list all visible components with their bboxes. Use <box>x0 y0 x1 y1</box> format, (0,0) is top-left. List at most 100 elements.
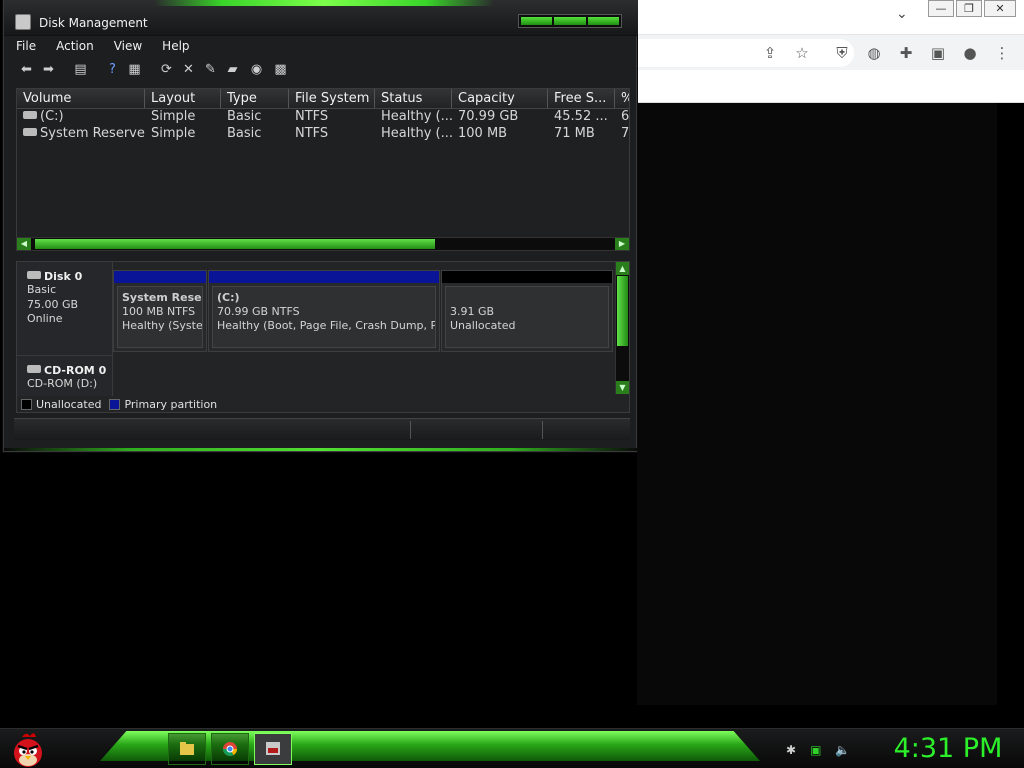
window-bottom-glow <box>4 448 638 451</box>
cdrom-0-info[interactable]: CD-ROM 0 CD-ROM (D:) <box>17 356 113 396</box>
open-icon[interactable]: ▰ <box>224 61 241 78</box>
delete-icon[interactable]: ✕ <box>180 61 197 78</box>
minimize-button[interactable]: — <box>928 0 954 17</box>
disk-state: Online <box>27 312 63 325</box>
close-button[interactable]: ✕ <box>984 0 1016 17</box>
scrollbar-thumb[interactable] <box>35 239 435 249</box>
scroll-up-arrow-icon[interactable]: ▲ <box>616 262 629 275</box>
restore-button[interactable]: ❐ <box>956 0 982 17</box>
partition-status: Healthy (System <box>122 319 203 332</box>
rescan-icon[interactable]: ◉ <box>248 61 265 78</box>
disk-layout-pane: Disk 0 Basic 75.00 GB Online System Rese… <box>16 261 630 413</box>
bookmark-star-icon[interactable]: ☆ <box>792 43 812 63</box>
properties-icon[interactable]: ▦ <box>126 61 143 78</box>
refresh-icon[interactable]: ⟳ <box>158 61 175 78</box>
maximize-button[interactable] <box>554 17 586 25</box>
cdrom-icon <box>27 365 41 373</box>
tray-app-icon[interactable]: ✱ <box>786 743 796 757</box>
unallocated-bar <box>442 271 612 283</box>
network-icon[interactable]: ▣ <box>810 743 821 757</box>
col-volume[interactable]: Volume <box>17 89 145 108</box>
col-percent-free[interactable]: % <box>615 89 629 108</box>
menu-bar: File Action View Help <box>14 37 630 56</box>
back-arrow-icon[interactable]: ⬅ <box>18 61 35 78</box>
tab-search-chevron-icon[interactable]: ⌄ <box>896 6 908 22</box>
col-status[interactable]: Status <box>375 89 452 108</box>
profile-avatar-icon[interactable]: ● <box>960 43 980 63</box>
show-hide-console-tree-icon[interactable]: ▤ <box>72 61 89 78</box>
scroll-right-arrow-icon[interactable]: ▶ <box>615 238 629 250</box>
disk-0-label: Disk 0 <box>27 270 112 283</box>
minimize-button[interactable] <box>521 17 553 25</box>
start-button-angry-bird-icon[interactable] <box>8 729 48 768</box>
primary-partition-bar <box>114 271 206 283</box>
legend: Unallocated Primary partition <box>21 397 221 411</box>
taskbar-disk-management-button[interactable] <box>254 733 292 765</box>
cell-layout: Simple <box>151 126 196 141</box>
taskbar: ✱ ▣ 🔈 4:31 PM <box>0 728 1024 768</box>
cdrom-kind: CD-ROM (D:) <box>27 377 98 390</box>
partition-detail: 70.99 GB NTFS <box>217 305 300 318</box>
window-titlebar[interactable]: Disk Management <box>4 0 638 36</box>
table-row[interactable]: System Reserved Simple Basic NTFS Health… <box>17 126 630 143</box>
menu-help[interactable]: Help <box>150 37 197 56</box>
cell-volume: System Reserved <box>17 126 145 143</box>
taskbar-chrome-button[interactable] <box>211 733 249 765</box>
col-layout[interactable]: Layout <box>145 89 221 108</box>
taskbar-clock[interactable]: 4:31 PM <box>878 733 1018 765</box>
extensions-puzzle-icon[interactable]: ✚ <box>896 43 916 63</box>
disk-0-info[interactable]: Disk 0 Basic 75.00 GB Online <box>17 262 113 356</box>
volume-list-header: Volume Layout Type File System Status Ca… <box>17 89 629 109</box>
close-button[interactable] <box>587 17 619 25</box>
scroll-down-arrow-icon[interactable]: ▼ <box>616 381 629 394</box>
cell-status: Healthy (... <box>381 109 452 124</box>
share-icon[interactable]: ⇪ <box>760 43 780 63</box>
folder-icon <box>180 742 194 755</box>
volume-name: System Reserved <box>40 126 145 141</box>
legend-label: Primary partition <box>124 397 218 411</box>
taskbar-file-explorer-button[interactable] <box>168 733 206 765</box>
menu-action[interactable]: Action <box>44 37 102 56</box>
scrollbar-thumb[interactable] <box>617 276 628 346</box>
address-bar[interactable] <box>634 39 854 67</box>
menu-file[interactable]: File <box>14 37 44 56</box>
col-file-system[interactable]: File System <box>289 89 375 108</box>
partition-c-drive[interactable]: (C:) 70.99 GB NTFS Healthy (Boot, Page F… <box>208 270 440 352</box>
scroll-left-arrow-icon[interactable]: ◀ <box>17 238 31 250</box>
partition-box: (C:) 70.99 GB NTFS Healthy (Boot, Page F… <box>212 286 436 348</box>
side-panel-icon[interactable]: ▣ <box>928 43 948 63</box>
cell-capacity: 100 MB <box>458 126 508 141</box>
cell-percent-free: 7 <box>621 126 630 141</box>
partition-name: (C:) <box>217 291 240 304</box>
disk-pane-vertical-scrollbar[interactable]: ▲ ▼ <box>615 262 629 394</box>
table-row[interactable]: (C:) Simple Basic NTFS Healthy (... 70.9… <box>17 109 629 126</box>
menu-view[interactable]: View <box>102 37 150 56</box>
disk-size: 75.00 GB <box>27 297 79 311</box>
volume-icon[interactable]: 🔈 <box>835 743 850 757</box>
chrome-menu-icon[interactable]: ⋮ <box>992 43 1012 63</box>
window-controls <box>518 14 622 28</box>
chrome-window: ⌄ — ❐ ✕ ⇪ ☆ ⛨ ◍ ✚ ▣ ● ⋮ <box>620 0 1024 103</box>
col-capacity[interactable]: Capacity <box>452 89 548 108</box>
partition-unallocated[interactable]: 3.91 GB Unallocated <box>441 270 613 352</box>
forward-arrow-icon[interactable]: ➡ <box>40 61 57 78</box>
disk-name: Disk 0 <box>44 270 83 283</box>
window-title: Disk Management <box>39 16 148 30</box>
ublock-icon[interactable]: ⛨ <box>832 43 852 63</box>
primary-partition-bar <box>209 271 439 283</box>
status-separator <box>410 421 411 439</box>
connect-icon[interactable]: ✎ <box>202 61 219 78</box>
more-icon[interactable]: ▩ <box>272 61 289 78</box>
cdrom-name: CD-ROM 0 <box>44 364 107 377</box>
partition-system-reserved[interactable]: System Reser 100 MB NTFS Healthy (System <box>113 270 207 352</box>
col-free-space[interactable]: Free S... <box>548 89 615 108</box>
extension-icon[interactable]: ◍ <box>864 43 884 63</box>
disk-management-window: Disk Management File Action View Help ⬅ … <box>3 0 638 452</box>
help-icon[interactable]: ? <box>104 61 121 78</box>
volume-list-horizontal-scrollbar[interactable]: ◀ ▶ <box>16 237 630 251</box>
title-glow <box>154 0 494 6</box>
drive-icon <box>23 111 37 119</box>
partition-status: Healthy (Boot, Page File, Crash Dump, Pr… <box>217 319 435 332</box>
chrome-content-area <box>637 103 997 705</box>
col-type[interactable]: Type <box>221 89 289 108</box>
